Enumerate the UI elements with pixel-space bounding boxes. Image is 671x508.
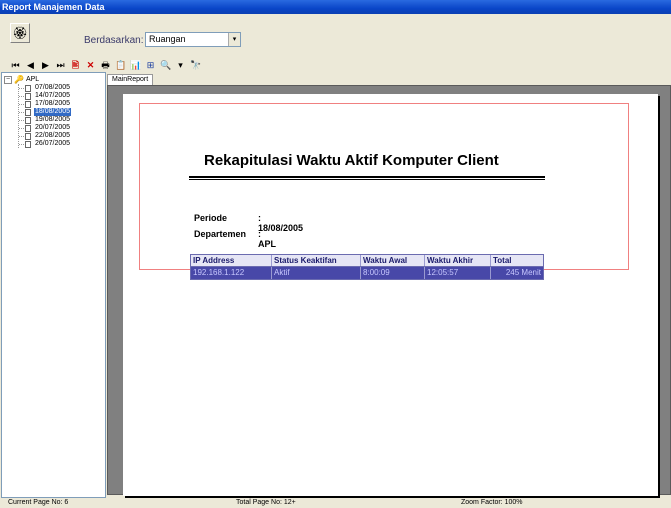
table-header: IP Address Status Keaktifan Waktu Awal W… xyxy=(191,255,543,267)
tree-item-label: 07/08/2005 xyxy=(35,84,71,91)
tree-item-label: 14/07/2005 xyxy=(35,92,71,99)
status-current-page: Current Page No: 6 xyxy=(8,499,69,506)
filter-label: Berdasarkan: xyxy=(84,35,144,46)
document-icon xyxy=(25,108,31,116)
cell-waktu-awal: 8:00:09 xyxy=(361,267,425,279)
tree-item[interactable]: 22/08/2005 xyxy=(19,132,103,140)
app-icon-button[interactable]: 🏵 xyxy=(10,23,30,43)
tree-item[interactable]: 14/07/2005 xyxy=(19,92,103,100)
title-divider xyxy=(189,176,545,180)
filter-bar: 🏵 Berdasarkan: Ruangan ▾ xyxy=(0,14,671,54)
status-bar: Current Page No: 6 Total Page No: 12+ Zo… xyxy=(0,498,671,508)
departemen-value: : APL xyxy=(258,229,276,249)
report-page: Rekapitulasi Waktu Aktif Komputer Client… xyxy=(123,94,658,496)
report-toolbar: ⏮ ◀ ▶ ⏭ 🖹 ✕ 🖶 📋 📊 ⊞ 🔍 ▾ 🔭 xyxy=(0,58,205,72)
periode-row: Periode : 18/08/2005 xyxy=(194,213,303,233)
group-tree: − 🔑 APL 07/08/2005 14/07/2005 17/08/2005 18… xyxy=(1,72,106,498)
document-icon xyxy=(25,124,31,132)
tree-item[interactable]: 18/08/2005 xyxy=(19,108,103,116)
window-title-bar: Report Manajemen Data xyxy=(0,0,671,14)
zoom-icon[interactable]: 🔍 xyxy=(160,59,171,71)
cell-ip-address: 192.168.1.122 xyxy=(191,267,272,279)
filter-select[interactable]: Ruangan ▾ xyxy=(145,32,241,47)
find-icon[interactable]: 🔭 xyxy=(190,59,201,71)
header-ip-address: IP Address xyxy=(191,255,272,266)
collapse-icon[interactable]: − xyxy=(4,76,12,84)
tree-item-label: 22/08/2005 xyxy=(35,132,71,139)
close-icon[interactable]: ✕ xyxy=(85,59,96,71)
document-icon xyxy=(25,140,31,148)
tree-root[interactable]: − 🔑 APL xyxy=(4,76,103,84)
activity-table: IP Address Status Keaktifan Waktu Awal W… xyxy=(190,254,544,280)
tree-item[interactable]: 20/07/2005 xyxy=(19,124,103,132)
tree-item-label: 26/07/2005 xyxy=(35,140,71,147)
header-waktu-awal: Waktu Awal xyxy=(361,255,425,266)
group-tree-icon[interactable]: ⊞ xyxy=(145,59,156,71)
tree-item[interactable]: 07/08/2005 xyxy=(19,84,103,92)
header-status: Status Keaktifan xyxy=(272,255,361,266)
report-viewer[interactable]: Rekapitulasi Waktu Aktif Komputer Client… xyxy=(107,85,671,496)
tree-item-label: 17/08/2005 xyxy=(35,100,71,107)
cell-waktu-akhir: 12:05:57 xyxy=(425,267,491,279)
filter-select-value: Ruangan xyxy=(149,34,186,44)
tree-item[interactable]: 19/08/2005 xyxy=(19,116,103,124)
document-icon xyxy=(25,84,31,92)
status-zoom: Zoom Factor: 100% xyxy=(461,499,523,506)
table-row[interactable]: 192.168.1.122 Aktif 8:00:09 12:05:57 245… xyxy=(191,267,543,279)
tree-item[interactable]: 17/08/2005 xyxy=(19,100,103,108)
tree-items: 07/08/2005 14/07/2005 17/08/2005 18/08/2005… xyxy=(18,84,103,148)
cell-total: 245 Menit xyxy=(505,268,541,277)
tree-item-label: 20/07/2005 xyxy=(35,124,71,131)
departemen-label: Departemen xyxy=(194,229,247,239)
tree-root-label: APL xyxy=(25,76,40,83)
zoom-dropdown-icon[interactable]: ▾ xyxy=(175,59,186,71)
tree-item[interactable]: 26/07/2005 xyxy=(19,140,103,148)
tree-item-label: 18/08/2005 xyxy=(34,108,72,116)
last-page-icon[interactable]: ⏭ xyxy=(55,59,66,71)
report-tabs: MainReport xyxy=(107,73,154,86)
periode-label: Periode xyxy=(194,213,228,223)
document-icon xyxy=(25,100,31,108)
cell-status: Aktif xyxy=(272,267,361,279)
print-icon[interactable]: 🖶 xyxy=(100,59,111,71)
chevron-down-icon[interactable]: ▾ xyxy=(228,33,240,46)
page-margin-guide xyxy=(139,103,629,270)
document-icon xyxy=(25,132,31,140)
prev-page-icon[interactable]: ◀ xyxy=(25,59,36,71)
departemen-row: Departemen : APL xyxy=(194,229,276,249)
first-page-icon[interactable]: ⏮ xyxy=(10,59,21,71)
report-title: Rekapitulasi Waktu Aktif Komputer Client xyxy=(204,152,499,169)
key-icon: 🔑 xyxy=(14,75,24,84)
export-icon[interactable]: 🖹 xyxy=(70,59,81,71)
chart-icon[interactable]: 📊 xyxy=(130,59,141,71)
header-waktu-akhir: Waktu Akhir xyxy=(425,255,491,266)
flower-icon: 🏵 xyxy=(12,26,28,40)
header-total: Total xyxy=(493,256,512,265)
status-total-page: Total Page No: 12+ xyxy=(236,499,296,506)
copy-icon[interactable]: 📋 xyxy=(115,59,126,71)
next-page-icon[interactable]: ▶ xyxy=(40,59,51,71)
tree-item-label: 19/08/2005 xyxy=(35,116,71,123)
document-icon xyxy=(25,116,31,124)
document-icon xyxy=(25,92,31,100)
window-title: Report Manajemen Data xyxy=(2,2,105,12)
